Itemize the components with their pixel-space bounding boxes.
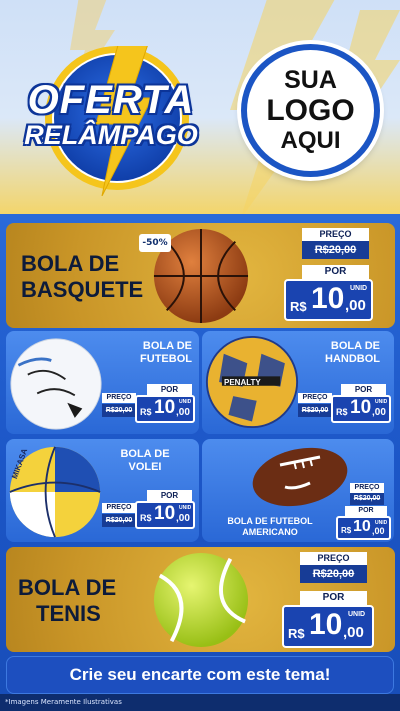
product-title-l1: BOLA DE FUTEBOL: [227, 516, 313, 526]
product-title-l2: BASQUETE: [21, 277, 144, 302]
create-flyer-button[interactable]: Crie seu encarte com este tema!: [6, 656, 394, 694]
old-price: R$20,00: [302, 241, 369, 259]
old-price: R$20,00: [102, 514, 136, 527]
por-label: POR: [341, 384, 386, 395]
discount-badge: -50%: [139, 234, 171, 252]
old-price: R$20,00: [298, 404, 332, 417]
product-title-l2: VOLEI: [128, 461, 162, 473]
price-integer: 10: [311, 282, 345, 315]
unit-label: UNID: [375, 399, 388, 405]
old-price: R$20,00: [350, 493, 384, 505]
cta-label: Crie seu encarte com este tema!: [69, 665, 331, 684]
product-title-l2: HANDBOL: [325, 353, 380, 365]
price-integer: 10: [154, 397, 176, 418]
new-price: R$ 10 ,00 UNID: [284, 279, 373, 321]
product-card-tennis[interactable]: BOLA DE TENIS PREÇO R$20,00 POR R$ 10 ,0…: [6, 547, 395, 652]
price-decimal: ,00: [372, 526, 385, 536]
product-title-l2: FUTEBOL: [140, 353, 192, 365]
product-card-football[interactable]: BOLA DE FUTEBOL POR PREÇO R$20,00 R$ 10 …: [6, 331, 199, 434]
por-label: POR: [147, 490, 192, 501]
price-decimal: ,00: [176, 407, 190, 418]
product-card-handball[interactable]: PENALTY BOLA DE HANDBOL POR PREÇO R$20,0…: [202, 331, 394, 434]
product-title-l1: BOLA DE: [21, 251, 120, 276]
product-card-american-football[interactable]: BOLA DE FUTEBOL AMERICANO PREÇO R$20,00 …: [202, 439, 394, 542]
new-price: R$ 10 ,00 UNID: [282, 605, 374, 648]
unit-label: UNID: [375, 520, 388, 526]
new-price: R$ 10 ,00 UNID: [331, 395, 391, 423]
por-label: POR: [300, 591, 367, 605]
product-title-l1: BOLA DE: [330, 340, 380, 352]
product-title-l1: BOLA DE: [142, 340, 192, 352]
price-integer: 10: [353, 518, 371, 535]
banner-line1: OFERTA: [27, 78, 195, 122]
price-integer: 10: [154, 503, 176, 524]
preco-label: PREÇO: [102, 503, 136, 513]
por-label: POR: [147, 384, 192, 395]
logo-placeholder: SUA LOGO AQUI: [241, 44, 380, 177]
logo-line3: AQUI: [280, 127, 341, 154]
product-title-l2: TENIS: [36, 601, 101, 626]
por-label: POR: [302, 265, 369, 279]
unit-label: UNID: [179, 505, 192, 511]
product-card-basketball[interactable]: BOLA DE BASQUETE PREÇO R$20,00 POR R$ 10…: [6, 223, 395, 328]
product-title-l1: BOLA DE: [18, 575, 117, 600]
price-decimal: ,00: [345, 297, 366, 314]
preco-label: PREÇO: [298, 393, 332, 403]
price-currency: R$: [288, 626, 305, 641]
price-integer: 10: [309, 608, 343, 641]
price-currency: R$: [140, 407, 152, 417]
preco-label: PREÇO: [300, 552, 367, 565]
new-price: R$ 10 ,00 UNID: [336, 516, 391, 540]
preco-label: PREÇO: [302, 228, 369, 241]
old-price: R$20,00: [300, 565, 367, 583]
new-price: R$ 10 ,00 UNID: [135, 395, 195, 423]
product-title-l1: BOLA DE: [120, 448, 170, 460]
hero-header: OFERTA RELÂMPAGO SUA LOGO AQUI: [0, 0, 400, 214]
price-decimal: ,00: [343, 624, 364, 641]
banner-line2: RELÂMPAGO: [24, 120, 198, 150]
unit-label: UNID: [350, 285, 368, 292]
unit-label: UNID: [179, 399, 192, 405]
price-decimal: ,00: [176, 513, 190, 524]
price-currency: R$: [336, 407, 348, 417]
american-football-icon: [252, 447, 348, 507]
logo-line2: LOGO: [266, 94, 355, 127]
old-price: R$20,00: [102, 404, 136, 417]
preco-label: PREÇO: [350, 483, 384, 493]
ball-brand: PENALTY: [224, 378, 261, 387]
product-title-l2: AMERICANO: [242, 527, 298, 537]
price-integer: 10: [350, 397, 372, 418]
new-price: R$ 10 ,00 UNID: [135, 501, 195, 529]
por-label: POR: [345, 506, 387, 516]
unit-label: UNID: [348, 611, 366, 618]
preco-label: PREÇO: [102, 393, 136, 403]
price-decimal: ,00: [372, 407, 386, 418]
price-currency: R$: [290, 299, 307, 314]
logo-line1: SUA: [284, 66, 337, 94]
tennis-ball-icon: [153, 552, 249, 648]
disclaimer: *Imagens Meramente Ilustrativas: [0, 694, 400, 711]
soccer-ball-icon: [10, 338, 102, 430]
price-currency: R$: [140, 513, 152, 523]
price-currency: R$: [341, 526, 352, 535]
product-card-volleyball[interactable]: MIKASA BOLA DE VOLEI POR PREÇO R$20,00 R…: [6, 439, 199, 542]
